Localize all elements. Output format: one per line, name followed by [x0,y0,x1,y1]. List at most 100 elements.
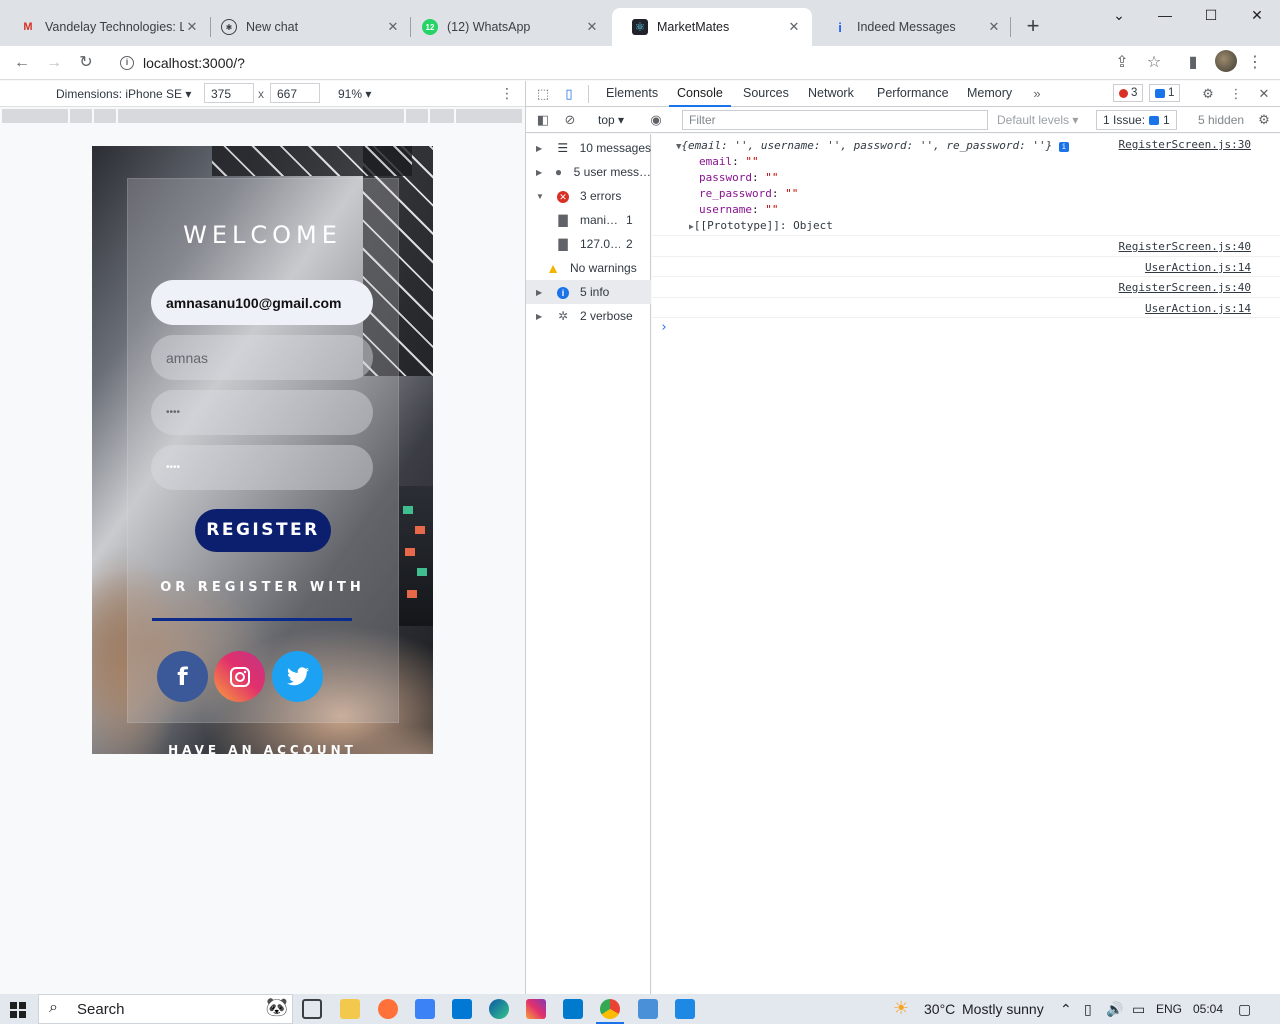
username-field[interactable]: amnas [151,335,373,380]
issues-button[interactable]: 1 Issue: 1 [1096,110,1177,130]
tray-chevron-icon[interactable]: ⌃ [1060,1001,1072,1018]
tab-whatsapp[interactable]: 12 (12) WhatsApp ✕ [402,8,610,46]
message-count-badge[interactable]: 1 [1149,84,1181,102]
new-tab-button[interactable]: + [1020,14,1046,40]
notepad-icon[interactable] [638,999,658,1019]
tab-sources[interactable]: Sources [743,86,789,100]
expand-triangle-icon[interactable]: ▶ [536,168,545,177]
firefox-icon[interactable] [378,999,398,1019]
sidebar-item-verbose[interactable]: ▶ ✲ 2 verbose [526,304,651,328]
console-prompt-icon[interactable]: › [660,320,668,335]
sidebar-item-user-messages[interactable]: ▶ ● 5 user mess… [526,160,651,184]
context-select[interactable]: top ▾ [598,113,624,127]
sidebar-item-warnings[interactable]: ▲ No warnings [526,256,651,280]
close-icon[interactable]: ✕ [385,19,401,35]
object-prototype[interactable]: ▶[[Prototype]]: Object [689,219,833,232]
source-link[interactable]: UserAction.js:14 [1145,261,1251,274]
close-window-button[interactable]: ✕ [1234,0,1280,30]
console-filter-input[interactable]: Filter [682,110,988,130]
confirm-password-field[interactable]: •••• [151,445,373,490]
inspect-element-icon[interactable]: ⬚ [534,85,552,103]
tab-indeed[interactable]: i Indeed Messages ✕ [812,8,1012,46]
mail-icon[interactable] [452,999,472,1019]
sidebar-item-errors[interactable]: ▼ ✕ 3 errors [526,184,651,208]
tab-elements[interactable]: Elements [606,86,658,100]
volume-icon[interactable]: 🔊 [1106,1001,1123,1018]
maximize-button[interactable]: ☐ [1188,0,1234,30]
sidebar-item-messages[interactable]: ▶ ☰ 10 messages [526,136,651,160]
log-levels-select[interactable]: Default levels ▾ [997,113,1078,127]
side-panel-icon[interactable]: ▮ [1181,51,1205,75]
kebab-menu-icon[interactable]: ⋮ [1243,51,1267,75]
tab-memory[interactable]: Memory [967,86,1012,100]
close-devtools-icon[interactable]: ✕ [1255,85,1273,103]
console-log-entry[interactable]: RegisterScreen.js:40 [652,236,1280,257]
collapse-triangle-icon[interactable]: ▼ [536,192,548,201]
zoom-app-icon[interactable] [675,999,695,1019]
settings-gear-icon[interactable]: ⚙ [1199,85,1217,103]
tab-gmail[interactable]: M Vandelay Technologies: Li ✕ [0,8,210,46]
have-account-link[interactable]: HAVE AN ACCOUNT [92,743,433,754]
facebook-icon[interactable]: f [157,651,208,702]
file-explorer-icon[interactable] [340,999,360,1019]
site-info-icon[interactable]: i [120,56,134,70]
sidebar-item-manifest[interactable]: ▇ mani… 1 [526,208,651,232]
console-log-entry[interactable]: UserAction.js:14 [652,298,1280,318]
tray-device-icon[interactable]: ▯ [1084,1001,1092,1018]
tab-console[interactable]: Console [669,86,731,107]
notifications-icon[interactable]: ▢ [1238,1001,1251,1018]
taskbar-search-box[interactable]: ⌕ Search 🐼 [38,994,293,1024]
weather-sun-icon[interactable]: ☀ [893,998,909,1019]
twitter-icon[interactable] [272,651,323,702]
instagram-icon[interactable] [214,651,265,702]
close-icon[interactable]: ✕ [986,19,1002,35]
email-field[interactable]: amnasanu100@gmail.com [151,280,373,325]
object-summary[interactable]: ▼{email: '', username: '', password: '',… [676,139,1069,152]
devtools-menu-icon[interactable]: ⋮ [1227,85,1245,103]
close-icon[interactable]: ✕ [584,19,600,35]
width-input[interactable]: 375 [204,83,254,103]
tab-search-chevron-icon[interactable]: ⌄ [1096,0,1142,30]
instagram-app-icon[interactable] [526,999,546,1019]
device-select[interactable]: Dimensions: iPhone SE ▾ [56,87,191,101]
bookmark-star-icon[interactable]: ☆ [1142,51,1166,75]
media-query-ruler[interactable] [2,109,522,123]
sidebar-item-info[interactable]: ▶ i 5 info [526,280,651,304]
register-button[interactable]: REGISTER [195,509,331,552]
windows-start-icon[interactable] [10,1002,26,1018]
address-bar[interactable]: i localhost:3000/? [112,49,1176,77]
close-icon[interactable]: ✕ [184,19,200,35]
chrome-icon[interactable] [600,999,620,1019]
sidebar-item-localhost[interactable]: ▇ 127.0… 2 [526,232,651,256]
expand-triangle-icon[interactable]: ▶ [536,288,548,297]
height-input[interactable]: 667 [270,83,320,103]
tab-performance[interactable]: Performance [877,86,949,100]
microsoft-store-icon[interactable] [415,999,435,1019]
back-arrow-icon[interactable]: ← [10,51,34,75]
weather-desc[interactable]: Mostly sunny [962,1001,1044,1017]
weather-temp[interactable]: 30°C [924,1001,955,1017]
console-log-entry[interactable]: UserAction.js:14 [652,257,1280,277]
tab-network[interactable]: Network [808,86,854,100]
source-link[interactable]: RegisterScreen.js:40 [1119,281,1251,294]
password-field[interactable]: •••• [151,390,373,435]
error-count-badge[interactable]: 3 [1113,84,1144,102]
reload-icon[interactable]: ↻ [74,51,98,75]
profile-avatar[interactable] [1215,50,1237,72]
edge-icon[interactable] [489,999,509,1019]
device-more-icon[interactable]: ⋮ [500,85,514,102]
clear-console-icon[interactable]: ⊘ [561,111,579,129]
language-indicator[interactable]: ENG [1156,1002,1182,1016]
source-link[interactable]: RegisterScreen.js:30 [1119,138,1251,151]
clock[interactable]: 05:04 [1193,1002,1223,1016]
network-icon[interactable]: ▭ [1132,1001,1145,1018]
close-icon[interactable]: ✕ [786,19,802,35]
task-view-icon[interactable] [302,999,322,1019]
tab-marketmates[interactable]: ⚛ MarketMates ✕ [612,8,812,46]
source-link[interactable]: RegisterScreen.js:40 [1119,240,1251,253]
console-log-entry[interactable]: ▼{email: '', username: '', password: '',… [652,134,1280,236]
device-toggle-icon[interactable]: ▯ [560,85,578,103]
more-tabs-chevron-icon[interactable]: » [1028,85,1046,103]
vscode-icon[interactable] [563,999,583,1019]
minimize-button[interactable]: — [1142,0,1188,30]
